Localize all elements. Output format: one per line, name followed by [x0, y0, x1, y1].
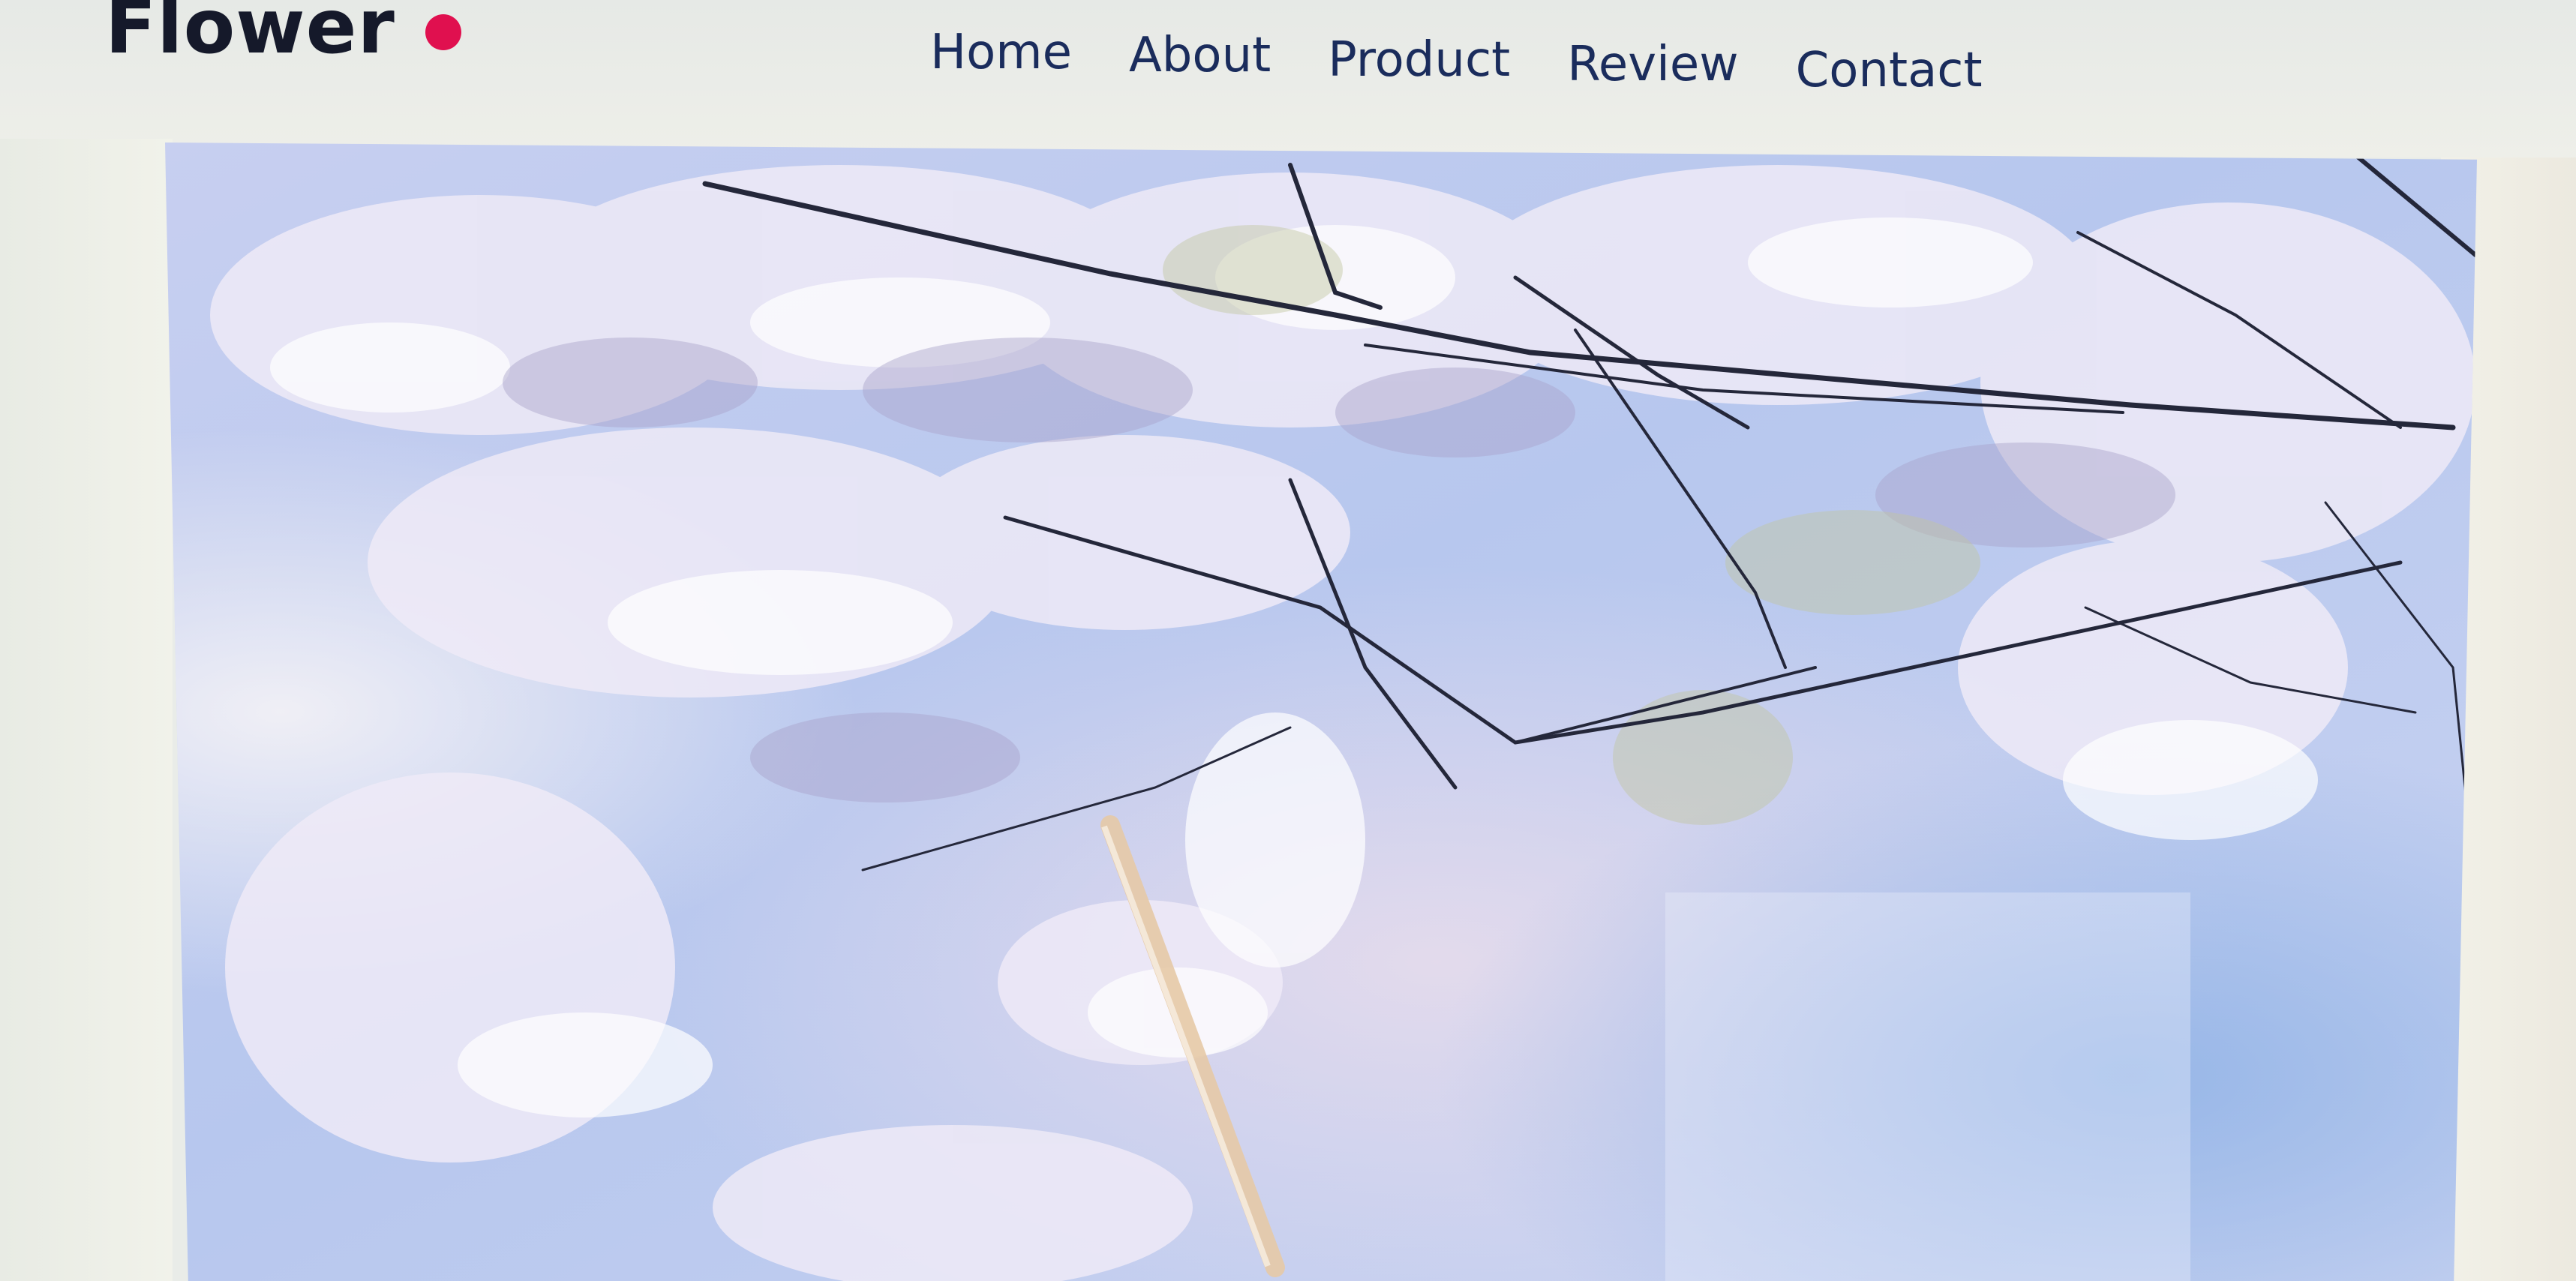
nav-link-product[interactable]: Product	[1328, 36, 1510, 84]
nav-link-about[interactable]: About	[1129, 32, 1271, 80]
blossom-photo	[165, 142, 2477, 1281]
top-navbar: Flower Home About Product Review Contact	[0, 0, 2576, 158]
page-left-margin	[0, 139, 173, 1281]
logo-text: Flower	[105, 0, 395, 70]
site-logo[interactable]: Flower	[105, 0, 461, 64]
main-navigation: Home About Product Review Contact	[930, 28, 1983, 94]
nav-link-home[interactable]: Home	[930, 28, 1072, 76]
logo-dot-icon	[425, 14, 461, 50]
hero-image	[165, 142, 2477, 1281]
nav-link-contact[interactable]: Contact	[1796, 46, 1983, 94]
nav-link-review[interactable]: Review	[1567, 40, 1738, 88]
